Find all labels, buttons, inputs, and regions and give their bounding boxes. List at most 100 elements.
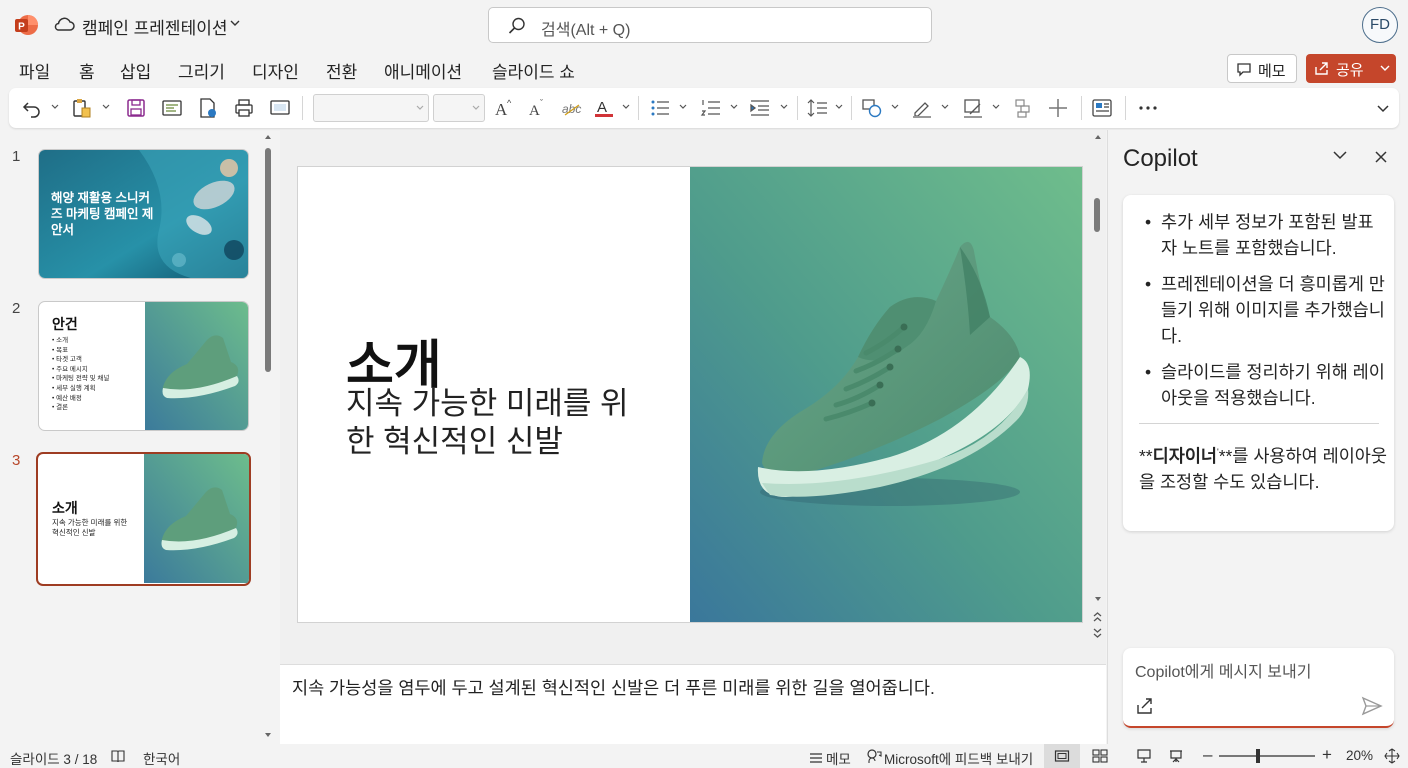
next-slide-icon[interactable] xyxy=(1093,628,1102,638)
thumbnail-title: 안건 xyxy=(52,316,78,332)
status-bar: 슬라이드 3 / 18 한국어 메모 Microsoft에 피드백 보내기 – … xyxy=(0,744,1408,768)
tab-file[interactable]: 파일 xyxy=(19,58,50,83)
slide-subtitle[interactable]: 지속 가능한 미래를 위한 혁신적인 신발 xyxy=(346,385,646,461)
tab-home[interactable]: 홈 xyxy=(79,58,95,91)
accessibility-icon[interactable] xyxy=(110,748,126,764)
speaker-notes[interactable]: 지속 가능성을 염두에 두고 설계된 혁신적인 신발은 더 푸른 미래를 위한 … xyxy=(280,664,1106,744)
new-slide-icon[interactable] xyxy=(197,97,219,119)
tab-slideshow[interactable]: 슬라이드 쇼 xyxy=(492,58,575,83)
zoom-out-button[interactable]: – xyxy=(1203,745,1212,765)
numbering-icon[interactable] xyxy=(700,97,722,119)
more-options-icon[interactable] xyxy=(1137,97,1159,119)
add-icon[interactable] xyxy=(1047,97,1069,119)
scroll-up-icon[interactable] xyxy=(264,134,272,140)
increase-font-icon[interactable]: A ^ xyxy=(493,97,515,119)
tab-insert[interactable]: 삽입 xyxy=(120,58,151,83)
tab-transitions[interactable]: 전환 xyxy=(326,58,357,83)
layout-icon[interactable] xyxy=(161,97,183,119)
previous-slide-icon[interactable] xyxy=(1093,612,1102,622)
chevron-down-icon[interactable] xyxy=(835,104,843,110)
slideshow-icon[interactable] xyxy=(1168,748,1184,764)
share-button[interactable]: 공유 xyxy=(1306,54,1396,83)
svg-text:P: P xyxy=(18,22,25,33)
zoom-slider[interactable] xyxy=(1219,749,1315,763)
line-spacing-icon[interactable] xyxy=(807,97,829,119)
chevron-down-icon[interactable] xyxy=(51,104,59,110)
chevron-down-icon[interactable] xyxy=(780,104,788,110)
undo-icon[interactable] xyxy=(21,97,43,119)
chevron-down-icon[interactable] xyxy=(941,104,949,110)
slide-thumbnail-2[interactable]: 안건 • 소개 • 목표 • 타겟 고객 • 주요 메시지 • 마케팅 전략 및… xyxy=(38,301,249,431)
font-size-select[interactable] xyxy=(433,94,485,122)
zoom-level[interactable]: 20% xyxy=(1346,748,1373,763)
notes-text[interactable]: 지속 가능성을 염두에 두고 설계된 혁신적인 신발은 더 푸른 미래를 위한 … xyxy=(292,675,935,700)
zoom-slider-thumb[interactable] xyxy=(1256,749,1260,763)
save-icon[interactable] xyxy=(125,97,147,119)
tab-design[interactable]: 디자인 xyxy=(252,58,299,83)
slide-thumbnail-1[interactable]: 해양 재활용 스니커즈 마케팅 캠페인 제안서 xyxy=(38,149,249,279)
copilot-pane: Copilot 추가 세부 정보가 포함된 발표자 노트를 포함했습니다. 프레… xyxy=(1107,130,1408,744)
zoom-in-button[interactable]: + xyxy=(1322,745,1332,765)
sneaker-image[interactable] xyxy=(690,167,1083,623)
search-box[interactable]: 검색(Alt + Q) xyxy=(488,7,932,43)
cloud-icon xyxy=(54,17,75,31)
scroll-down-icon[interactable] xyxy=(264,732,272,738)
decrease-font-icon[interactable]: Aˇ xyxy=(527,97,549,119)
close-icon[interactable] xyxy=(1374,150,1388,164)
present-icon[interactable] xyxy=(269,97,291,119)
thumbnails-scrollbar[interactable] xyxy=(263,134,273,738)
scrollbar-thumb[interactable] xyxy=(265,148,271,372)
font-color-icon[interactable]: A xyxy=(593,97,615,119)
reading-view-icon[interactable] xyxy=(1136,748,1152,764)
clear-formatting-icon[interactable]: abc xyxy=(561,97,583,119)
editor-scrollbar[interactable] xyxy=(1090,130,1104,640)
current-slide[interactable]: 소개 지속 가능한 미래를 위한 혁신적인 신발 xyxy=(297,166,1083,623)
chevron-down-icon[interactable] xyxy=(1332,150,1348,160)
normal-view-button[interactable] xyxy=(1044,744,1080,768)
slide-thumbnail-3[interactable]: 소개 지속 가능한 미래를 위한 혁신적인 신발 xyxy=(36,452,251,586)
attach-icon[interactable] xyxy=(1135,696,1155,716)
designer-link[interactable]: 디자이너 xyxy=(1153,446,1217,466)
chevron-down-icon[interactable] xyxy=(1380,64,1390,72)
print-icon[interactable] xyxy=(233,97,255,119)
document-title[interactable]: 캠페인 프레젠테이션 xyxy=(82,14,227,39)
chevron-down-icon[interactable] xyxy=(679,104,687,110)
ribbon-toolbar: A ^ Aˇ abc A xyxy=(9,88,1399,128)
scroll-up-icon[interactable] xyxy=(1094,134,1102,140)
arrange-icon[interactable] xyxy=(1013,97,1035,119)
feedback-icon[interactable] xyxy=(866,748,882,764)
bullets-icon[interactable] xyxy=(649,97,671,119)
list-item: • 소개 xyxy=(52,337,69,344)
chevron-down-icon[interactable] xyxy=(622,104,630,110)
font-family-select[interactable] xyxy=(313,94,429,122)
notes-icon[interactable] xyxy=(808,748,824,764)
list-item: 슬라이드를 정리하기 위해 레이아웃을 적용했습니다. xyxy=(1139,359,1387,411)
notes-toggle[interactable]: 메모 xyxy=(826,748,851,768)
shapes-icon[interactable] xyxy=(861,97,883,119)
tab-draw[interactable]: 그리기 xyxy=(178,58,225,83)
shape-outline-icon[interactable] xyxy=(962,97,984,119)
fit-to-window-icon[interactable] xyxy=(1384,748,1400,764)
copilot-message-input[interactable]: Copilot에게 메시지 보내기 xyxy=(1123,648,1394,728)
indent-icon[interactable] xyxy=(749,97,771,119)
send-icon[interactable] xyxy=(1361,696,1383,716)
tab-animations[interactable]: 애니메이션 xyxy=(384,58,462,83)
scrollbar-thumb[interactable] xyxy=(1094,198,1100,232)
thumbnail-number: 1 xyxy=(12,148,21,165)
slide-sorter-icon[interactable] xyxy=(1092,748,1108,764)
chevron-down-icon[interactable] xyxy=(228,16,242,30)
avatar[interactable]: FD xyxy=(1362,7,1398,43)
paste-icon[interactable] xyxy=(71,97,93,119)
feedback-link[interactable]: Microsoft에 피드백 보내기 xyxy=(884,748,1033,768)
designer-icon[interactable] xyxy=(1091,97,1113,119)
shape-fill-icon[interactable] xyxy=(911,97,933,119)
chevron-down-icon[interactable] xyxy=(891,104,899,110)
chevron-down-icon[interactable] xyxy=(102,104,110,110)
chevron-down-icon[interactable] xyxy=(992,104,1000,110)
ribbon-expand-chevron-icon[interactable] xyxy=(1377,105,1389,113)
powerpoint-logo-icon[interactable]: P xyxy=(14,13,38,37)
comments-button[interactable]: 메모 xyxy=(1227,54,1297,83)
chevron-down-icon[interactable] xyxy=(730,104,738,110)
scroll-down-icon[interactable] xyxy=(1094,596,1102,602)
language-label[interactable]: 한국어 xyxy=(143,748,180,768)
